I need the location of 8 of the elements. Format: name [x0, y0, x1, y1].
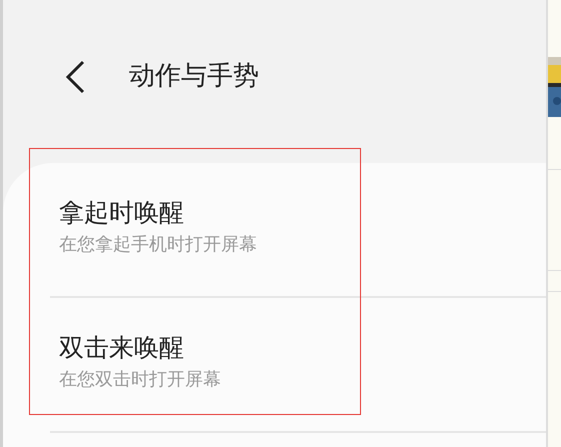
item-description: 在您双击时打开屏幕: [58, 368, 222, 392]
item-title: 拿起时唤醒: [58, 197, 185, 229]
item-title: 双击来唤醒: [58, 332, 185, 364]
settings-item[interactable]: 拿起时唤醒 在您拿起手机时打开屏幕: [2, 163, 546, 296]
settings-item[interactable]: 双击来唤醒 在您双击时打开屏幕: [2, 298, 546, 431]
item-description: 在您拿起手机时打开屏幕: [58, 233, 258, 257]
screen-title: 动作与手势: [128, 60, 259, 93]
back-icon[interactable]: [64, 60, 86, 94]
